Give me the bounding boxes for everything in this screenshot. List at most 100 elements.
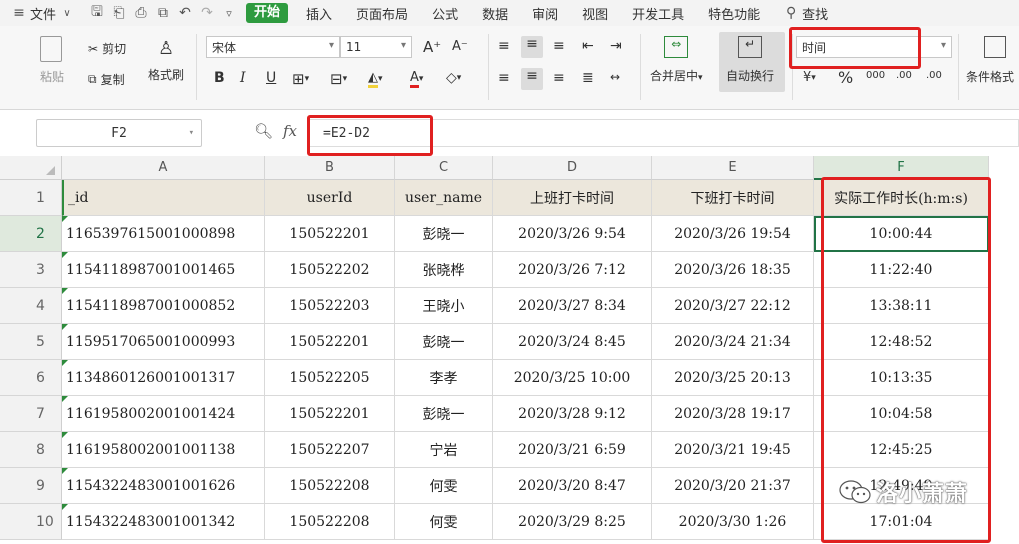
grow-font-button[interactable]: A⁺ (423, 38, 441, 56)
align-center-button[interactable]: ≡ (521, 68, 543, 90)
column-header-e[interactable]: E (652, 156, 814, 180)
cell-checkout[interactable]: 2020/3/26 19:54 (652, 216, 814, 252)
column-header-f[interactable]: F (814, 156, 989, 180)
copy-button[interactable]: ⧉ 复制 (88, 71, 125, 88)
zoom-formula-icon[interactable]: 🔍︎ (254, 122, 273, 140)
cell-id[interactable]: 1154322483001001626 (62, 468, 265, 504)
cell-checkout[interactable]: 2020/3/26 18:35 (652, 252, 814, 288)
cell-checkout[interactable]: 2020/3/24 21:34 (652, 324, 814, 360)
file-menu[interactable]: ≡ 文件 ∨ (0, 0, 86, 26)
cell-username[interactable]: 彭晓一 (395, 216, 493, 252)
formula-input[interactable]: =E2-D2 (308, 119, 1019, 147)
row-header-3[interactable]: 3 (0, 252, 62, 288)
align-bottom-button[interactable]: ≡ (553, 38, 565, 54)
border-button[interactable]: ⊞ ▾ (292, 70, 309, 88)
underline-button[interactable]: U (266, 70, 276, 86)
tab-formulas[interactable]: 公式 (420, 0, 470, 26)
redo-icon[interactable]: ↷ (196, 5, 218, 21)
cell-duration[interactable]: 17:01:04 (814, 504, 989, 540)
align-left-button[interactable]: ≡ (498, 70, 510, 86)
cell-username[interactable]: 彭晓一 (395, 324, 493, 360)
cell-username[interactable]: 李孝 (395, 360, 493, 396)
cell-checkout[interactable]: 2020/3/28 19:17 (652, 396, 814, 432)
row-header-9[interactable]: 9 (0, 468, 62, 504)
merge-center-button[interactable]: ⇔ 合并居中▾ (650, 36, 703, 84)
row-header-1[interactable]: 1 (0, 180, 62, 216)
align-right-button[interactable]: ≡ (553, 70, 565, 86)
header-cell-checkout[interactable]: 下班打卡时间 (652, 180, 814, 216)
row-header-2[interactable]: 2 (0, 216, 62, 252)
align-top-button[interactable]: ≡ (498, 38, 510, 54)
row-header-5[interactable]: 5 (0, 324, 62, 360)
cell-username[interactable]: 宁岩 (395, 432, 493, 468)
cell-checkout[interactable]: 2020/3/30 1:26 (652, 504, 814, 540)
format-painter-button[interactable]: ♙ 格式刷 (148, 38, 184, 83)
column-header-b[interactable]: B (265, 156, 395, 180)
decrease-decimal-button[interactable]: .00 (926, 70, 942, 81)
increase-decimal-button[interactable]: .00 (896, 70, 912, 81)
cell-checkin[interactable]: 2020/3/25 10:00 (493, 360, 652, 396)
header-cell-userid[interactable]: userId (265, 180, 395, 216)
header-cell-checkin[interactable]: 上班打卡时间 (493, 180, 652, 216)
cell-username[interactable]: 彭晓一 (395, 396, 493, 432)
cut-button[interactable]: ✂ 剪切 (88, 40, 126, 57)
name-box[interactable]: F2 ▾ (36, 119, 202, 147)
cell-duration[interactable]: 12:45:25 (814, 432, 989, 468)
undo-icon[interactable]: ↶ (174, 5, 196, 21)
cell-id[interactable]: 1165397615001000898 (62, 216, 265, 252)
cell-checkout[interactable]: 2020/3/27 22:12 (652, 288, 814, 324)
cell-duration[interactable]: 12:48:52 (814, 324, 989, 360)
font-name-select[interactable]: 宋体 ▾ (206, 36, 340, 58)
tab-start[interactable]: 开始 (246, 3, 289, 23)
cell-checkin[interactable]: 2020/3/24 8:45 (493, 324, 652, 360)
cell-checkin[interactable]: 2020/3/26 7:12 (493, 252, 652, 288)
tab-page-layout[interactable]: 页面布局 (344, 0, 420, 26)
increase-indent-button[interactable]: ⇥ (610, 38, 622, 54)
cell-checkout[interactable]: 2020/3/25 20:13 (652, 360, 814, 396)
decrease-indent-button[interactable]: ⇤ (582, 38, 594, 54)
italic-button[interactable]: I (240, 70, 246, 86)
font-color-button[interactable]: A ▾ (410, 70, 423, 88)
row-header-6[interactable]: 6 (0, 360, 62, 396)
cell-username[interactable]: 何雯 (395, 468, 493, 504)
align-middle-button[interactable]: ≡ (521, 36, 543, 58)
cell-username[interactable]: 王晓小 (395, 288, 493, 324)
bold-button[interactable]: B (214, 70, 225, 86)
cell-userid[interactable]: 150522201 (265, 324, 395, 360)
search-button[interactable]: ⚲ 查找 (772, 0, 836, 26)
percent-button[interactable]: % (838, 68, 853, 87)
cell-userid[interactable]: 150522201 (265, 396, 395, 432)
row-header-7[interactable]: 7 (0, 396, 62, 432)
clear-format-button[interactable]: ◇ ▾ (446, 70, 461, 86)
cell-checkout[interactable]: 2020/3/21 19:45 (652, 432, 814, 468)
tab-special-features[interactable]: 特色功能 (696, 0, 772, 26)
cell-style-button[interactable]: ⊟ ▾ (330, 70, 347, 88)
cell-duration[interactable]: 10:13:35 (814, 360, 989, 396)
column-header-d[interactable]: D (493, 156, 652, 180)
header-cell-id[interactable]: _id (62, 180, 265, 216)
cell-duration[interactable]: 10:00:44 (814, 216, 989, 252)
cell-userid[interactable]: 150522207 (265, 432, 395, 468)
cell-id[interactable]: 1159517065001000993 (62, 324, 265, 360)
print-icon[interactable]: ⎙ (130, 5, 152, 21)
cell-username[interactable]: 张晓桦 (395, 252, 493, 288)
cell-id[interactable]: 1161958002001001424 (62, 396, 265, 432)
row-header-8[interactable]: 8 (0, 432, 62, 468)
number-format-select[interactable]: 时间 ▾ (796, 36, 952, 58)
cell-checkin[interactable]: 2020/3/29 8:25 (493, 504, 652, 540)
row-header-4[interactable]: 4 (0, 288, 62, 324)
font-size-select[interactable]: 11 ▾ (340, 36, 412, 58)
tab-review[interactable]: 审阅 (520, 0, 570, 26)
tab-developer[interactable]: 开发工具 (620, 0, 696, 26)
justify-button[interactable]: ≣ (582, 70, 594, 86)
cell-duration[interactable]: 10:04:58 (814, 396, 989, 432)
row-header-10[interactable]: 10 (0, 504, 62, 540)
save-icon[interactable]: 🖫 (86, 1, 108, 25)
cell-checkout[interactable]: 2020/3/20 21:37 (652, 468, 814, 504)
cell-duration[interactable]: 11:22:40 (814, 252, 989, 288)
select-all-corner[interactable] (0, 156, 62, 180)
column-header-c[interactable]: C (395, 156, 493, 180)
cell-id[interactable]: 1154322483001001342 (62, 504, 265, 540)
cell-userid[interactable]: 150522208 (265, 504, 395, 540)
cell-checkin[interactable]: 2020/3/28 9:12 (493, 396, 652, 432)
